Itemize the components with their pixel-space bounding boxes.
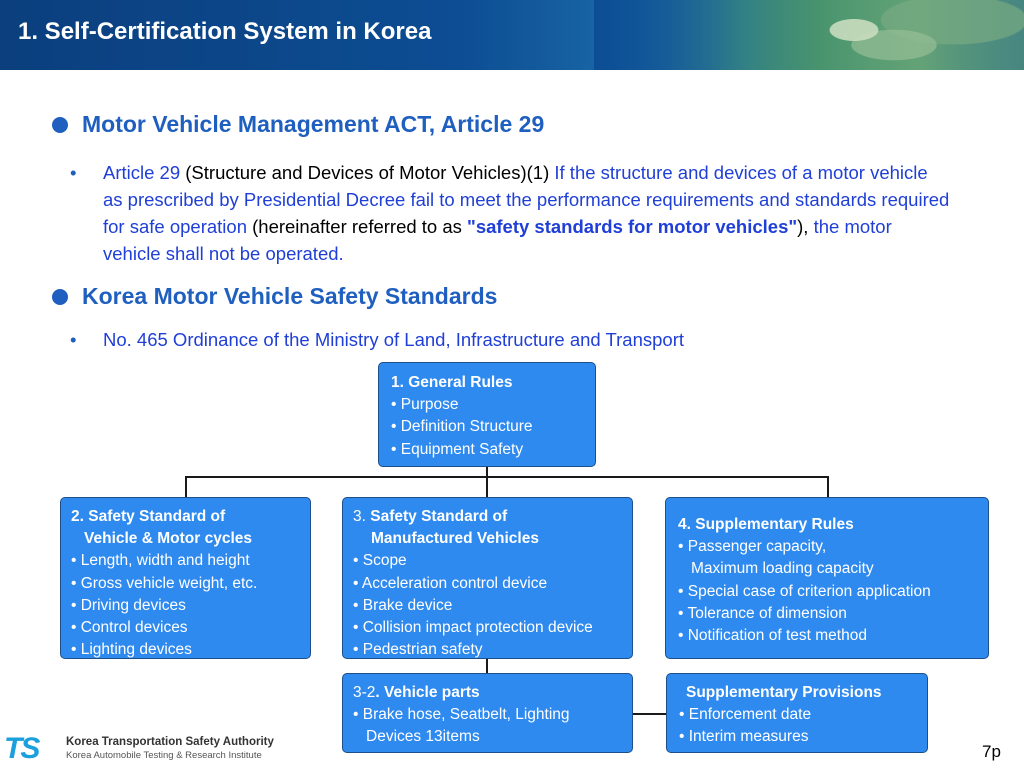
box-item: • Definition Structure bbox=[391, 418, 533, 436]
box-item: • Scope bbox=[353, 552, 407, 570]
box-item: • Equipment Safety bbox=[391, 440, 524, 458]
section-heading-standards: Korea Motor Vehicle Safety Standards bbox=[52, 283, 497, 310]
box-item: • Gross vehicle weight, etc. bbox=[71, 574, 258, 592]
connector-line bbox=[827, 476, 829, 497]
box-item: • Lighting devices bbox=[71, 641, 192, 659]
logo-line2: Korea Automobile Testing & Research Inst… bbox=[66, 750, 262, 761]
box-item: • Length, width and height bbox=[71, 552, 250, 570]
box-number: 3. bbox=[353, 508, 371, 525]
logo-line1: Korea Transportation Safety Authority bbox=[66, 736, 274, 748]
box-item: • Enforcement date bbox=[679, 706, 812, 724]
box-item: Devices 13items bbox=[366, 728, 480, 746]
box-supplementary-rules: 4. Supplementary Rules • Passenger capac… bbox=[665, 497, 989, 659]
section-heading-act: Motor Vehicle Management ACT, Article 29 bbox=[52, 111, 544, 138]
slide-title: 1. Self-Certification System in Korea bbox=[18, 18, 432, 45]
section-heading-text: Korea Motor Vehicle Safety Standards bbox=[82, 283, 498, 309]
bullet-icon: • bbox=[70, 162, 77, 183]
box-item: • Acceleration control device bbox=[353, 574, 548, 592]
box-item: • Notification of test method bbox=[678, 627, 867, 645]
connector-line bbox=[486, 467, 488, 497]
box-item: • Purpose bbox=[391, 396, 459, 414]
box-manufactured-standard: 3. Safety Standard of Manufactured Vehic… bbox=[342, 497, 633, 659]
bullet-dot-icon bbox=[52, 116, 68, 133]
box-item: Maximum loading capacity bbox=[691, 560, 874, 578]
box-title: Safety Standard of bbox=[370, 508, 508, 525]
box-item: • Tolerance of dimension bbox=[678, 604, 847, 622]
article-bullet: • Article 29 (Structure and Devices of M… bbox=[70, 159, 950, 267]
box-item: • Driving devices bbox=[71, 596, 186, 614]
box-title: Vehicle & Motor cycles bbox=[84, 530, 252, 548]
header-aerial-photo bbox=[594, 0, 1024, 70]
box-item: • Collision impact protection device bbox=[353, 619, 593, 637]
box-title: Manufactured Vehicles bbox=[371, 530, 539, 548]
article-number: Article 29 bbox=[103, 162, 181, 183]
box-supplementary-provisions: Supplementary Provisions • Enforcement d… bbox=[666, 673, 928, 753]
box-item: • Passenger capacity, bbox=[678, 538, 827, 556]
box-title: Supplementary Provisions bbox=[686, 684, 882, 701]
ordinance-bullet: • No. 465 Ordinance of the Ministry of L… bbox=[70, 326, 950, 353]
box-vehicle-standard: 2. Safety Standard of Vehicle & Motor cy… bbox=[60, 497, 311, 659]
article-text: Article 29 (Structure and Devices of Mot… bbox=[103, 159, 950, 267]
ts-logo-mark: TS bbox=[4, 732, 40, 765]
box-title: 1. General Rules bbox=[391, 374, 513, 391]
box-title: 2. Safety Standard of bbox=[71, 508, 226, 525]
box-item: • Control devices bbox=[71, 619, 188, 637]
kotsa-logo: TS Korea Transportation Safety Authority… bbox=[4, 732, 294, 766]
section-heading-text: Motor Vehicle Management ACT, Article 29 bbox=[82, 111, 545, 137]
box-item: • Interim measures bbox=[679, 728, 809, 746]
slide-header: 1. Self-Certification System in Korea bbox=[0, 0, 1024, 70]
box-item: • Brake device bbox=[353, 596, 453, 614]
connector-line bbox=[633, 713, 667, 715]
box-item: • Brake hose, Seatbelt, Lighting bbox=[353, 706, 570, 724]
box-general-rules: 1. General Rules • Purpose • Definition … bbox=[378, 362, 596, 467]
box-vehicle-parts: 3-2. Vehicle parts • Brake hose, Seatbel… bbox=[342, 673, 633, 753]
article-hereinafter: (hereinafter referred to as bbox=[246, 216, 468, 237]
box-title: . Vehicle parts bbox=[375, 684, 480, 701]
box-item: • Special case of criterion application bbox=[678, 582, 931, 600]
box-item: • Pedestrian safety bbox=[353, 641, 483, 659]
ordinance-text: No. 465 Ordinance of the Ministry of Lan… bbox=[103, 329, 684, 350]
article-subject: (Structure and Devices of Motor Vehicles… bbox=[180, 162, 555, 183]
article-close-paren: ), bbox=[797, 216, 814, 237]
bullet-dot-icon bbox=[52, 288, 68, 305]
connector-line bbox=[185, 476, 828, 478]
box-title: 4. Supplementary Rules bbox=[678, 516, 854, 533]
box-number: 3-2 bbox=[353, 684, 376, 701]
article-defined-term: "safety standards for motor vehicles" bbox=[467, 216, 798, 237]
connector-line bbox=[185, 476, 187, 497]
bullet-icon: • bbox=[70, 329, 77, 350]
page-number: 7p bbox=[982, 742, 1001, 761]
